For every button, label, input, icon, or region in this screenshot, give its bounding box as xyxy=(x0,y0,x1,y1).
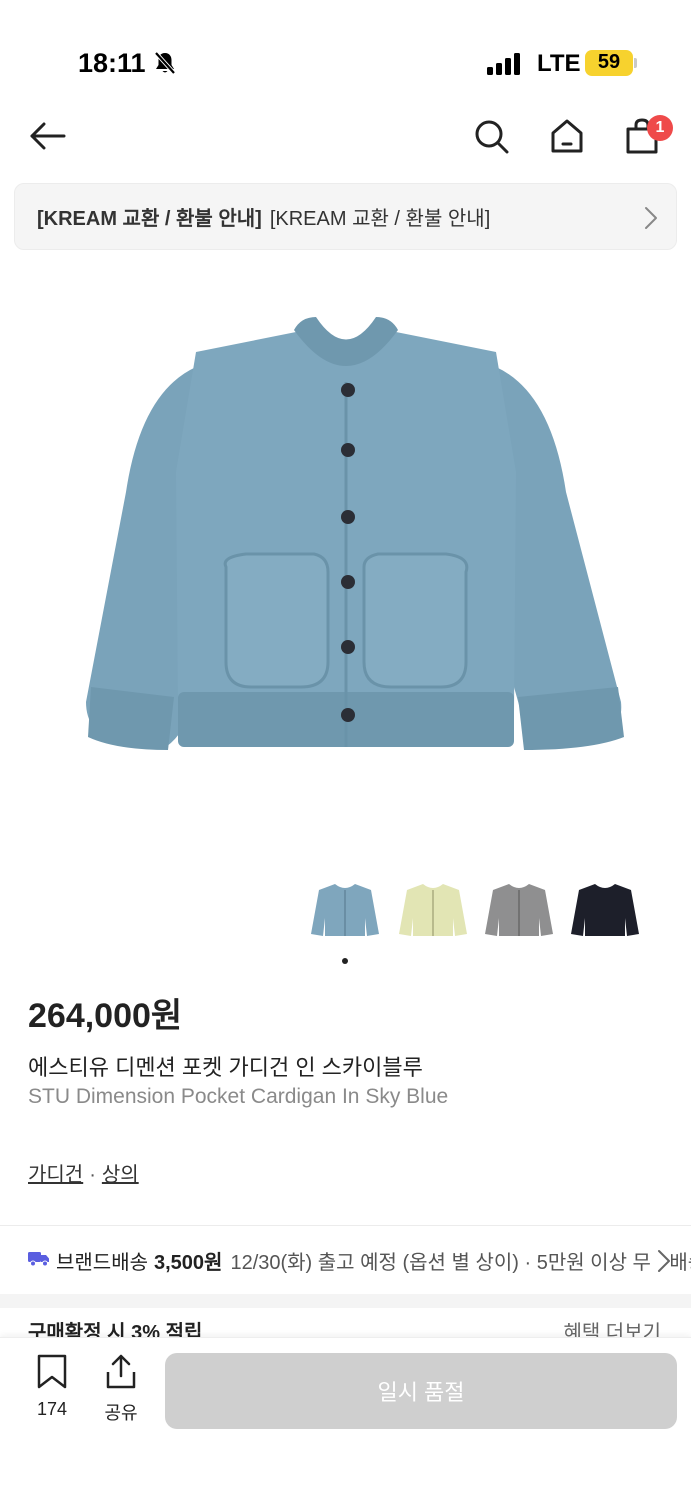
top-nav-bar: 1 xyxy=(0,96,691,180)
bell-slash-icon xyxy=(152,50,178,81)
section-spacer xyxy=(0,1294,691,1308)
notice-title: [KREAM 교환 / 환불 안내] xyxy=(37,208,262,230)
save-count: 174 xyxy=(36,1399,68,1419)
carrier-label: LTE xyxy=(537,50,581,77)
search-icon xyxy=(475,120,509,154)
share-label: 공유 xyxy=(104,1403,138,1423)
category-separator: · xyxy=(89,1164,96,1186)
battery-level: 59 xyxy=(597,51,621,73)
cardigan-thumbnail-icon xyxy=(571,884,639,936)
back-button[interactable] xyxy=(26,114,70,158)
thumbnail-sky-blue[interactable] xyxy=(305,878,385,948)
bottom-action-bar: 174 공유 일시 품절 xyxy=(0,1337,691,1500)
chevron-right-icon xyxy=(644,206,658,235)
share-icon xyxy=(106,1354,136,1389)
thumbnail-grey[interactable] xyxy=(479,878,559,948)
category-breadcrumb: 가디건 · 상의 xyxy=(28,1158,139,1187)
notice-text: [KREAM 교환 / 환불 안내] xyxy=(269,208,491,230)
status-time: 18:11 xyxy=(78,48,146,78)
carousel-indicator-dot xyxy=(342,958,348,964)
product-price: 264,000원 xyxy=(28,997,183,1035)
exchange-refund-notice[interactable]: [KREAM 교환 / 환불 안내] [KREAM 교환 / 환불 안내] xyxy=(14,183,677,250)
category-link-cardigan[interactable]: 가디건 xyxy=(28,1164,83,1186)
bookmark-icon xyxy=(37,1354,67,1389)
save-button[interactable]: 174 xyxy=(28,1354,76,1420)
battery-tip xyxy=(634,58,637,68)
cardigan-image xyxy=(85,317,624,750)
delivery-fee: 3,500원 xyxy=(154,1251,223,1274)
product-name-korean: 에스티유 디멘션 포켓 가디건 인 스카이블루 xyxy=(28,1055,423,1080)
product-main-image[interactable] xyxy=(0,262,691,862)
category-link-tops[interactable]: 상의 xyxy=(102,1164,139,1186)
thumbnail-lime[interactable] xyxy=(393,878,473,948)
arrow-left-icon xyxy=(30,122,66,150)
cardigan-thumbnail-icon xyxy=(485,884,553,936)
delivery-type: 브랜드배송 xyxy=(56,1251,148,1274)
thumbnail-navy[interactable] xyxy=(565,878,645,948)
search-button[interactable] xyxy=(469,114,513,158)
delivery-info-row[interactable]: 브랜드배송 3,500원 12/30(화) 출고 예정 (옵션 별 상이) · … xyxy=(0,1226,691,1294)
delivery-detail: 12/30(화) 출고 예정 (옵션 별 상이) · 5만원 이상 무료배송 xyxy=(230,1251,691,1274)
home-icon xyxy=(551,119,583,153)
sold-out-button[interactable]: 일시 품절 xyxy=(165,1353,677,1429)
chevron-right-icon xyxy=(651,1249,671,1278)
status-bar: 18:11 LTE 59 xyxy=(0,0,691,96)
home-button[interactable] xyxy=(545,114,589,158)
share-button[interactable]: 공유 xyxy=(97,1354,145,1425)
product-name-english: STU Dimension Pocket Cardigan In Sky Blu… xyxy=(28,1085,449,1108)
cardigan-thumbnail-icon xyxy=(399,884,467,936)
cart-count-badge: 1 xyxy=(647,115,673,141)
battery-indicator: 59 xyxy=(585,50,637,76)
truck-icon xyxy=(28,1249,50,1272)
cardigan-thumbnail-icon xyxy=(311,884,379,936)
signal-bars-icon xyxy=(487,53,523,80)
